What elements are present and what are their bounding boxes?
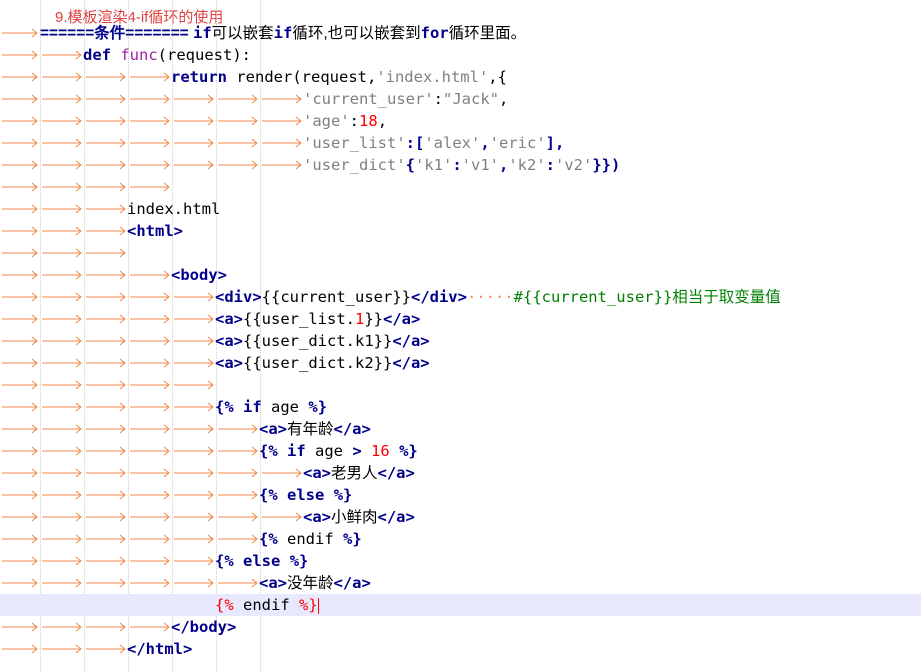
code-line-4[interactable]: 'current_user':"Jack", [0,88,921,110]
code-line-25[interactable]: {% else %} [0,550,921,572]
code-line-17[interactable] [0,374,921,396]
code-line-29[interactable]: </html> [0,638,921,660]
code-line-26[interactable]: <a>没年龄</a> [0,572,921,594]
code-line-15[interactable]: <a>{{user_dict.k1}}</a> [0,330,921,352]
code-line-6[interactable]: 'user_list':['alex','eric'], [0,132,921,154]
code-line-5[interactable]: 'age':18, [0,110,921,132]
code-line-18[interactable]: {% if age %} [0,396,921,418]
code-line-19[interactable]: <a>有年龄</a> [0,418,921,440]
code-line-1[interactable]: ======条件======= if可以嵌套if循环,也可以嵌套到for循环里面… [0,22,921,44]
code-editor[interactable]: 9.模板渲染4-if循环的使用 ======条件======= if可以嵌套if… [0,0,921,671]
heading-text: ======条件======= [40,25,193,42]
code-line-2[interactable]: def func(request): [0,44,921,66]
code-line-23[interactable]: <a>小鲜肉</a> [0,506,921,528]
code-line-10[interactable]: <html> [0,220,921,242]
text-cursor [317,597,319,614]
code-line-14[interactable]: <a>{{user_list.1}}</a> [0,308,921,330]
code-line-20[interactable]: {% if age > 16 %} [0,440,921,462]
code-line-24[interactable]: {% endif %} [0,528,921,550]
code-line-28[interactable]: </body> [0,616,921,638]
code-line-21[interactable]: <a>老男人</a> [0,462,921,484]
code-line-3[interactable]: return render(request,'index.html',{ [0,66,921,88]
code-line-13[interactable]: <div>{{current_user}}</div>·····#{{curre… [0,286,921,308]
code-line-8[interactable] [0,176,921,198]
code-line-7[interactable]: 'user_dict'{'k1':'v1','k2':'v2'}}) [0,154,921,176]
code-line-16[interactable]: <a>{{user_dict.k2}}</a> [0,352,921,374]
code-comment: #{{current_user}}相当于取变量值 [513,288,781,306]
code-line-22[interactable]: {% else %} [0,484,921,506]
code-line-11[interactable] [0,242,921,264]
code-line-9[interactable]: index.html [0,198,921,220]
function-name: func [120,46,158,64]
code-line-12[interactable]: <body> [0,264,921,286]
code-line-27-current[interactable]: {% endif %} [0,594,921,616]
